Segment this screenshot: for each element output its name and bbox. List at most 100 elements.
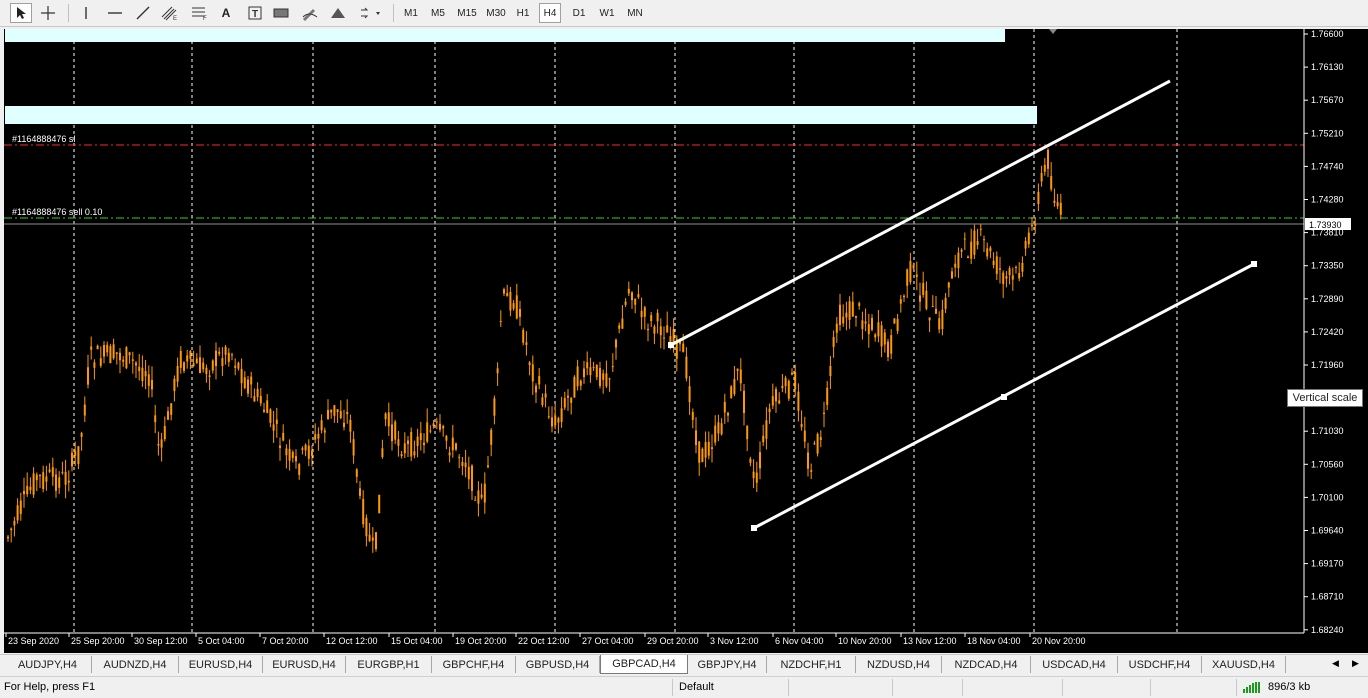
symbol-tab[interactable]: AUDNZD,H4	[92, 656, 179, 673]
candle-body	[989, 247, 992, 252]
tab-scroll-left-icon[interactable]: ◀	[1332, 658, 1339, 669]
candle-body	[544, 393, 547, 398]
candle-body	[1047, 149, 1049, 169]
candle-body	[400, 454, 403, 457]
timeframe-m5-button[interactable]: M5	[426, 3, 450, 23]
symbol-tab[interactable]: GBPCHF,H4	[432, 656, 516, 673]
candle-body	[208, 375, 211, 377]
candle-body	[506, 293, 509, 297]
candle-body	[570, 397, 573, 403]
candle-body	[1005, 276, 1008, 279]
symbol-tab[interactable]: AUDJPY,H4	[4, 656, 92, 673]
candle-body	[186, 355, 189, 362]
symbol-tab[interactable]: XAUUSD,H4	[1202, 656, 1286, 673]
candle-body	[951, 271, 953, 279]
symbol-tab[interactable]: EURGBP,H1	[346, 656, 432, 673]
connection-bars-icon[interactable]	[1242, 681, 1264, 694]
vertical-line-icon[interactable]	[76, 3, 96, 23]
timeframe-m1-button[interactable]: M1	[400, 3, 422, 23]
candle-body	[765, 420, 768, 439]
traffic-info: 896/3 kb	[1268, 681, 1311, 693]
svg-text:T: T	[252, 9, 258, 20]
candle-body	[231, 354, 233, 356]
candle-body	[893, 318, 896, 324]
candle-body	[407, 440, 409, 445]
candle-body	[1050, 175, 1053, 190]
channel-handle[interactable]	[751, 525, 757, 531]
symbol-tab[interactable]: NZDCHF,H1	[767, 656, 856, 673]
candle-body	[749, 458, 752, 463]
equidistant-channel-icon[interactable]: E	[158, 3, 182, 23]
rectangle-icon[interactable]	[270, 3, 292, 23]
symbol-tab[interactable]: NZDUSD,H4	[856, 656, 942, 673]
candle-body	[151, 379, 153, 390]
candle-body	[631, 292, 633, 301]
candle-body	[304, 444, 307, 451]
candle-body	[211, 360, 214, 371]
price-chart[interactable]: #1164888476 sl #1164888476 sell 0.10 1.7…	[4, 29, 1368, 653]
time-tick-label: 13 Nov 12:00	[903, 636, 957, 646]
channel-handle[interactable]	[668, 342, 674, 348]
timeframe-h4-button[interactable]: H4	[539, 3, 561, 23]
candle-body	[90, 346, 93, 350]
timeframe-m30-button[interactable]: M30	[484, 3, 508, 23]
candle-body	[586, 362, 589, 369]
timeframe-d1-button[interactable]: D1	[568, 3, 590, 23]
candle-body	[855, 316, 857, 318]
candle-body	[455, 443, 457, 450]
chart-shift-marker-icon[interactable]	[1049, 29, 1057, 34]
text-icon[interactable]: A	[216, 3, 236, 23]
symbol-tab[interactable]: GBPCAD,H4	[600, 655, 688, 674]
cursor-icon[interactable]	[10, 3, 32, 23]
candle-body	[739, 369, 742, 384]
candle-body	[944, 297, 947, 309]
fibonacci-icon[interactable]: F	[188, 3, 212, 23]
symbol-tab[interactable]: USDCHF,H4	[1118, 656, 1202, 673]
arrows-icon[interactable]	[356, 3, 386, 23]
trendline-icon[interactable]	[132, 3, 154, 23]
candle-body	[845, 312, 848, 318]
triangle-icon[interactable]	[326, 3, 350, 23]
timeframe-m15-button[interactable]: M15	[454, 3, 480, 23]
timeframe-mn-button[interactable]: MN	[624, 3, 646, 23]
candle-body	[605, 373, 608, 387]
candle-body	[288, 448, 291, 461]
candle-body	[688, 386, 691, 403]
time-axis[interactable]: 23 Sep 2020 25 Sep 20:00 30 Sep 12:00 5 Oct…	[5, 633, 1086, 646]
pencil-icon[interactable]	[298, 3, 322, 23]
candle-body	[195, 358, 198, 364]
candle-body	[375, 532, 377, 550]
price-axis[interactable]: 1.76600 1.76130 1.75670 1.75210 1.74740 1.742…	[1304, 29, 1344, 635]
candle-body	[682, 343, 685, 353]
symbol-tab[interactable]: EURUSD,H4	[179, 656, 263, 673]
horizontal-line-icon[interactable]	[104, 3, 126, 23]
crosshair-icon[interactable]	[36, 3, 60, 23]
candle-body	[458, 456, 461, 458]
candle-body	[515, 295, 518, 319]
candle-body	[269, 409, 272, 423]
candle-body	[976, 241, 979, 245]
symbol-tab[interactable]: GBPUSD,H4	[516, 656, 600, 673]
timeframe-w1-button[interactable]: W1	[596, 3, 618, 23]
candle-body	[560, 408, 563, 422]
candle-body	[128, 352, 131, 356]
symbol-tab[interactable]: GBPJPY,H4	[688, 656, 767, 673]
candle-body	[435, 421, 438, 423]
candle-body	[915, 274, 918, 277]
channel-handle[interactable]	[1001, 394, 1007, 400]
symbol-tab[interactable]: USDCAD,H4	[1031, 656, 1118, 673]
candle-body	[919, 295, 921, 302]
candle-body	[291, 451, 294, 458]
candle-body	[26, 485, 29, 495]
text-label-icon[interactable]: T	[244, 3, 266, 23]
symbol-tab[interactable]: NZDCAD,H4	[942, 656, 1031, 673]
tab-scroll-right-icon[interactable]: ▶	[1352, 658, 1359, 669]
timeframe-h1-button[interactable]: H1	[512, 3, 534, 23]
price-tick-label: 1.75670	[1311, 95, 1344, 105]
candle-body	[323, 430, 326, 433]
symbol-tab[interactable]: EURUSD,H4	[263, 656, 346, 673]
candle-body	[848, 301, 851, 320]
candle-body	[471, 465, 473, 491]
channel-handle[interactable]	[1251, 261, 1257, 267]
time-tick-label: 30 Sep 12:00	[134, 636, 188, 646]
